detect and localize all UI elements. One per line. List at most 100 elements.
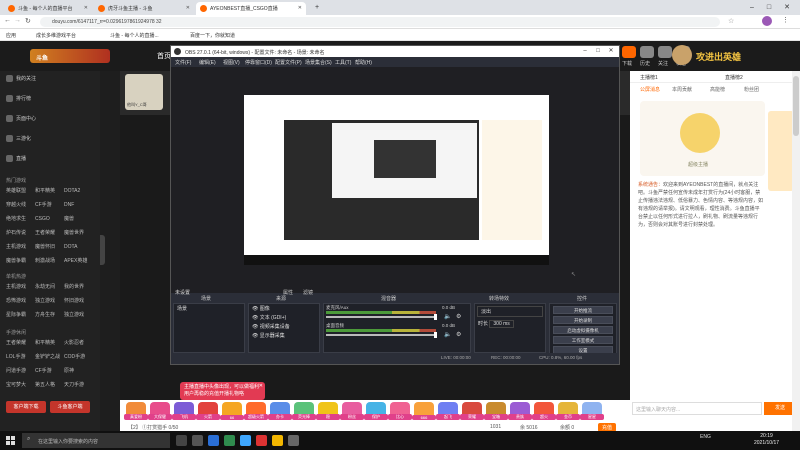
game-link[interactable]: 怀旧游戏 — [64, 297, 93, 304]
source-item[interactable]: 👁 显示器采集 — [249, 331, 319, 340]
game-link[interactable]: 绝地求生 — [6, 215, 35, 222]
obs-preview-canvas[interactable] — [244, 95, 549, 265]
taskbar-app-icon[interactable] — [240, 435, 251, 446]
volume-knob[interactable] — [434, 314, 437, 320]
game-link[interactable]: APEX英雄 — [64, 257, 93, 264]
volume-slider[interactable] — [326, 316, 436, 318]
rank-title[interactable]: 直播榜2 — [725, 74, 743, 81]
maximize-icon[interactable]: □ — [762, 2, 776, 13]
sidebar-item-games[interactable]: 三游化 — [6, 135, 31, 143]
taskbar-app-icon[interactable] — [208, 435, 219, 446]
game-link[interactable]: 主机游戏 — [6, 243, 35, 250]
gear-icon[interactable]: ⚙ — [456, 331, 461, 338]
chat-promo-card[interactable]: 超级主播 — [640, 101, 765, 176]
game-link[interactable]: DOTA — [64, 244, 93, 250]
close-icon[interactable]: ✕ — [259, 383, 263, 390]
close-tab-icon[interactable]: ✕ — [84, 5, 88, 11]
close-icon[interactable]: ✕ — [605, 46, 617, 57]
game-link[interactable]: 独立游戏 — [35, 297, 64, 304]
menu-file[interactable]: 文件(F) — [175, 59, 191, 66]
new-tab-icon[interactable]: + — [310, 2, 324, 13]
game-link[interactable]: 恐怖游戏 — [6, 297, 35, 304]
taskbar-app-icon[interactable] — [256, 435, 267, 446]
bookmark[interactable]: 应用 — [6, 32, 16, 39]
game-link[interactable]: 王者荣耀 — [6, 339, 35, 346]
rank-title[interactable]: 主播榜1 — [640, 74, 658, 81]
browser-tab[interactable]: 虎牙斗鱼主播 - 斗鱼 ✕ — [94, 2, 194, 15]
game-link[interactable]: LOL手游 — [6, 353, 35, 360]
scene-item[interactable]: 场景 — [174, 304, 244, 313]
game-link[interactable]: 星际争霸 — [6, 311, 35, 318]
game-link[interactable]: 宝可梦大 — [6, 381, 35, 388]
star-icon[interactable]: ☆ — [728, 17, 734, 25]
game-link[interactable]: 魔兽 — [64, 215, 93, 222]
speaker-icon[interactable]: 🔈 — [444, 331, 451, 338]
close-tab-icon[interactable]: ✕ — [298, 5, 302, 11]
bookmark[interactable]: 斗鱼 - 每个人的直播... — [110, 32, 159, 39]
sidebar-item-live[interactable]: 直播 — [6, 155, 26, 163]
game-link[interactable]: 英雄联盟 — [6, 187, 35, 194]
maximize-icon[interactable]: □ — [592, 46, 604, 57]
chat-input[interactable]: 这里输入聊天内容... — [632, 402, 762, 415]
volume-knob[interactable] — [434, 332, 437, 338]
game-link[interactable]: 和平精英 — [35, 339, 64, 346]
gift-item[interactable]: 666 — [412, 402, 436, 420]
source-item[interactable]: 👁 图像 — [249, 304, 319, 313]
close-window-icon[interactable]: ✕ — [780, 2, 794, 13]
game-link[interactable]: COD手游 — [64, 353, 93, 360]
taskbar-app-icon[interactable] — [224, 435, 235, 446]
game-link[interactable]: 原神 — [64, 367, 93, 374]
gift-item[interactable]: 金币 — [556, 402, 580, 420]
game-link[interactable]: 方舟生存 — [35, 311, 64, 318]
gift-item[interactable]: 超级火箭 — [244, 402, 268, 420]
duration-field[interactable]: 300 ms — [489, 320, 514, 328]
sidebar-item-center[interactable]: 页面中心 — [6, 115, 36, 123]
source-item[interactable]: 👁 文本 (GDI+) — [249, 313, 319, 322]
taskbar-search[interactable]: ⌕ 在这里输入你要搜索的内容 — [22, 433, 170, 448]
promo-banner[interactable]: 主播直播中头像出现，可以做福利 用户再稳的充值开播礼物咯 ✕ — [180, 382, 265, 400]
download-icon[interactable] — [622, 46, 636, 58]
gift-item[interactable]: 粉丝 — [340, 402, 364, 420]
game-link[interactable]: 穿越火线 — [6, 201, 35, 208]
virtual-camera-button[interactable]: 启动虚拟摄像机 — [553, 326, 613, 334]
eye-icon[interactable]: 👁 — [252, 306, 260, 312]
bookmark[interactable]: 百度一下，你就知道 — [190, 32, 235, 39]
minimize-icon[interactable]: – — [579, 46, 591, 57]
gift-item[interactable]: 起飞 — [436, 402, 460, 420]
sidebar-item-rank[interactable]: 排行榜 — [6, 95, 31, 103]
game-link[interactable]: 问道手游 — [6, 367, 35, 374]
game-link[interactable]: 魔兽怀旧 — [35, 243, 64, 250]
page-scrollbar[interactable] — [792, 71, 800, 431]
eye-icon[interactable]: 👁 — [252, 324, 260, 330]
tab-high-energy[interactable]: 高能榜 — [710, 86, 725, 93]
tab-week[interactable]: 本周贡献 — [672, 86, 692, 93]
gift-item[interactable]: 超火 — [532, 402, 556, 420]
eye-icon[interactable]: 👁 — [252, 333, 260, 339]
douyu-logo[interactable]: 斗鱼 — [30, 49, 110, 63]
system-tray[interactable]: ENG — [700, 434, 711, 440]
bookmark[interactable]: 成长多维游戏平台 — [36, 32, 76, 39]
browser-tab-active[interactable]: AYEONBEST直播_CSGO直播 ✕ — [196, 2, 306, 15]
close-tab-icon[interactable]: ✕ — [186, 5, 190, 11]
browser-tab[interactable]: 斗鱼 - 每个人的直播平台 ✕ — [4, 2, 92, 15]
gift-item[interactable]: 宝箱 — [484, 402, 508, 420]
gift-item[interactable]: 星星 — [580, 402, 604, 420]
game-link[interactable]: 主机游戏 — [6, 283, 35, 290]
back-icon[interactable]: ← — [4, 17, 11, 24]
menu-icon[interactable]: ⋮ — [782, 16, 789, 24]
gift-item[interactable]: 比心 — [388, 402, 412, 420]
url-field[interactable]: douyu.com/6147117_rr=0.0296197861924978 … — [40, 17, 720, 27]
obs-preview-area[interactable]: ↖ — [171, 67, 619, 293]
game-link[interactable]: 我的世界 — [64, 283, 93, 290]
game-link[interactable]: CF手游 — [35, 367, 64, 374]
game-link[interactable]: CF手游 — [35, 201, 64, 208]
game-link[interactable]: 魔兽世界 — [64, 229, 93, 236]
source-item[interactable]: 👁 视频采集设备 — [249, 322, 319, 331]
start-streaming-button[interactable]: 开始推流 — [553, 306, 613, 314]
game-link[interactable]: CSGO — [35, 216, 64, 222]
gift-item[interactable]: 大保健 — [148, 402, 172, 420]
minimize-icon[interactable]: – — [745, 2, 759, 13]
profile-avatar[interactable] — [762, 16, 772, 26]
menu-help[interactable]: 帮助(H) — [355, 59, 372, 66]
transition-select[interactable]: 淡出 — [477, 306, 543, 317]
